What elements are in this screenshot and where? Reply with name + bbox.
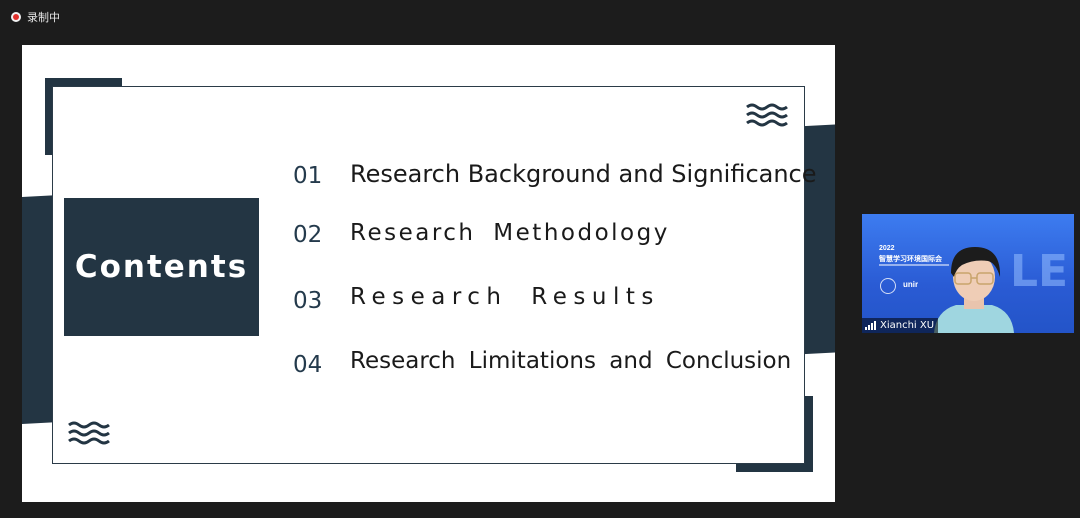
banner-big-letters: LE	[1010, 246, 1069, 297]
wave-icon	[68, 421, 110, 445]
wave-icon	[746, 103, 788, 127]
participant-video-tile[interactable]: 2022 智慧学习环境国际会 unir LE Xianchi XU	[862, 214, 1074, 333]
signal-icon	[865, 321, 876, 330]
banner-year: 2022	[879, 245, 895, 252]
toc-item-label: Research Background and Significance	[350, 160, 817, 188]
emblem-icon	[880, 278, 896, 294]
participant-name: Xianchi XU	[880, 320, 935, 331]
banner-logo: unir	[903, 280, 919, 289]
recording-indicator: 录制中	[11, 9, 60, 25]
toc-item-number: 02	[293, 222, 323, 248]
recording-label: 录制中	[27, 11, 60, 24]
contents-box: Contents	[64, 198, 259, 336]
banner-title: 智慧学习环境国际会	[879, 256, 942, 263]
toc-item-number: 04	[293, 352, 323, 378]
toc-item-label: Research Limitations and Conclusion	[350, 348, 792, 374]
toc-item-label: Research Methodology	[350, 220, 670, 246]
participant-video-person	[934, 247, 1014, 333]
participant-name-tag: Xianchi XU	[862, 318, 939, 333]
slide-frame: Contents 01 Research Background and Sign…	[52, 86, 817, 464]
slide-heading: Contents	[74, 249, 249, 285]
shared-slide: Contents 01 Research Background and Sign…	[22, 45, 835, 502]
toc-item-label: Research Results	[350, 284, 660, 310]
toc-item-number: 03	[293, 288, 323, 314]
record-icon	[11, 12, 21, 22]
toc-item-number: 01	[293, 163, 323, 189]
